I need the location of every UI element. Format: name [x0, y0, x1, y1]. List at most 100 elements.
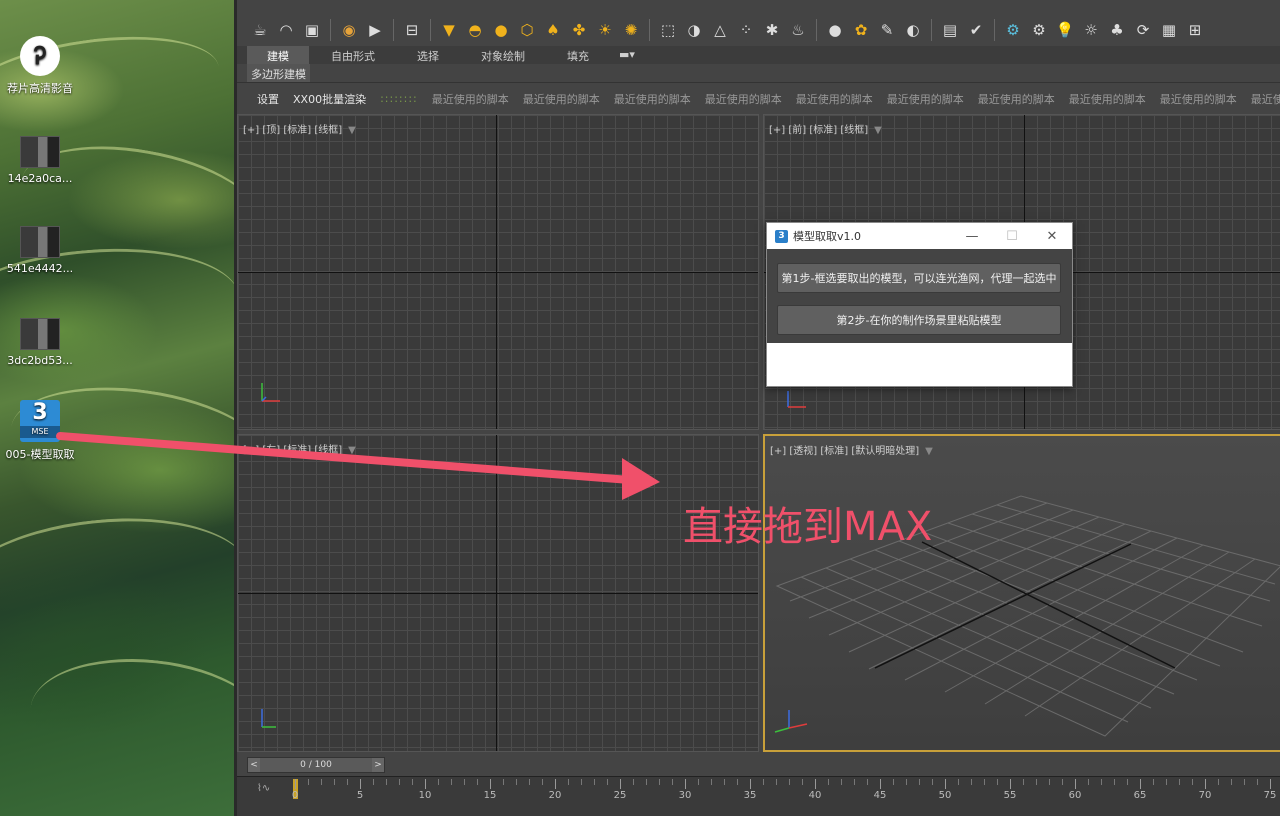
- settings-button[interactable]: 设置: [257, 91, 279, 107]
- step1-copy-button[interactable]: 第1步-框选要取出的模型，可以连光渔网，代理一起选中: [777, 263, 1061, 293]
- prev-frame-button[interactable]: <: [248, 758, 260, 772]
- timeline-tick-label: 25: [613, 790, 627, 801]
- omni-light-icon[interactable]: ✤: [568, 19, 590, 41]
- filter-icon[interactable]: ▼: [348, 445, 356, 456]
- cube-icon[interactable]: ⬚: [657, 19, 679, 41]
- sphere-light-icon[interactable]: ●: [490, 19, 512, 41]
- dialog-titlebar[interactable]: 3 模型取取v1.0 — ☐ ✕: [767, 223, 1072, 249]
- teapot-icon[interactable]: ☕: [249, 19, 271, 41]
- toolbar-separator: [330, 19, 331, 41]
- camera-icon[interactable]: ◉: [338, 19, 360, 41]
- viewport-label[interactable]: [+] [前] [标准] [线框] ▼: [769, 121, 882, 136]
- timeline-tick: [828, 779, 829, 785]
- time-slider[interactable]: < 0 / 100 >: [247, 757, 385, 773]
- torus-icon[interactable]: ◠: [275, 19, 297, 41]
- timeline-tick: [347, 779, 348, 785]
- sun-icon[interactable]: ☀: [594, 19, 616, 41]
- timeline-tick: [1257, 779, 1258, 785]
- step2-paste-button[interactable]: 第2步-在你的制作场景里粘贴模型: [777, 305, 1061, 335]
- viewport-left[interactable]: [+] [左] [标准] [线框] ▼: [237, 434, 759, 752]
- viewport-label-text[interactable]: [+] [前] [标准] [线框]: [769, 125, 868, 136]
- recent-script-button[interactable]: 最近使用的脚本: [614, 91, 691, 107]
- timeline-tick: [451, 779, 452, 785]
- paint-icon[interactable]: ✎: [876, 19, 898, 41]
- tree-icon[interactable]: ♣: [1106, 19, 1128, 41]
- recent-script-button[interactable]: 最近使用的脚本: [796, 91, 873, 107]
- dome-light-icon[interactable]: ◓: [464, 19, 486, 41]
- timeline-tick: [763, 779, 764, 785]
- timeline-tick: [711, 779, 712, 785]
- viewport-label[interactable]: [+] [左] [标准] [线框] ▼: [243, 441, 356, 456]
- recent-script-button[interactable]: 最近使用的脚本: [523, 91, 600, 107]
- fire-icon[interactable]: ♨: [787, 19, 809, 41]
- minimize-icon[interactable]: —: [952, 229, 992, 244]
- material-editor-icon[interactable]: ◐: [902, 19, 924, 41]
- desktop-icon-image-1[interactable]: 14e2a0ca...: [0, 136, 80, 185]
- timeline-tick: [594, 779, 595, 785]
- tab-object-paint[interactable]: 对象绘制: [461, 46, 545, 64]
- viewport-perspective[interactable]: [+] [透视] [标准] [默认明暗处理] ▼: [763, 434, 1280, 752]
- timeline-tick: [1075, 779, 1076, 789]
- recent-script-button[interactable]: 最近使用的脚本: [887, 91, 964, 107]
- desktop-icon-image-3[interactable]: 3dc2bd53...: [0, 318, 80, 367]
- geo-light-icon[interactable]: ⬡: [516, 19, 538, 41]
- timeline-tick: [685, 779, 686, 789]
- render-frame-icon[interactable]: ⚙: [1028, 19, 1050, 41]
- maximize-icon[interactable]: ☐: [992, 229, 1032, 244]
- light-lister-icon[interactable]: ☼: [1080, 19, 1102, 41]
- recent-script-button[interactable]: 最近使用的脚本: [1069, 91, 1146, 107]
- vray-icon[interactable]: ✔: [965, 19, 987, 41]
- scatter-icon[interactable]: ⁘: [735, 19, 757, 41]
- close-icon[interactable]: ✕: [1032, 229, 1072, 244]
- render-setup-icon[interactable]: ⚙: [1002, 19, 1024, 41]
- timeline-track[interactable]: ⌇∿ 0 5 10 15 20 25 30 35 40 45 50 55 60 65 70 75: [237, 776, 1280, 816]
- material-sphere-icon[interactable]: ●: [824, 19, 846, 41]
- tab-modeling[interactable]: 建模: [247, 46, 309, 64]
- viewport-label-text[interactable]: [+] [左] [标准] [线框]: [243, 445, 342, 456]
- recent-script-button[interactable]: 最近使用的脚本: [432, 91, 509, 107]
- sky-icon[interactable]: ✺: [620, 19, 642, 41]
- video-camera-icon[interactable]: ▶: [364, 19, 386, 41]
- tab-freeform[interactable]: 自由形式: [311, 46, 395, 64]
- proxy-icon[interactable]: ▤: [939, 19, 961, 41]
- curve-editor-icon[interactable]: ⌇∿: [257, 783, 270, 794]
- film-camera-icon[interactable]: ⊟: [401, 19, 423, 41]
- viewport-top[interactable]: [+] [顶] [标准] [线框] ▼: [237, 114, 759, 430]
- recent-script-button[interactable]: 最近使用的脚本: [978, 91, 1055, 107]
- filter-icon[interactable]: ▼: [874, 125, 882, 136]
- recent-script-button[interactable]: 最近使用的脚本: [705, 91, 782, 107]
- box-icon[interactable]: ▣: [301, 19, 323, 41]
- tab-populate[interactable]: 填充: [547, 46, 609, 64]
- ribbon-options-dropdown[interactable]: ▬▾: [611, 46, 643, 64]
- timeline-tick: [503, 779, 504, 785]
- batch-render-button[interactable]: XX00批量渲染: [293, 91, 366, 107]
- light-bulb-icon[interactable]: 💡: [1054, 19, 1076, 41]
- viewport-label[interactable]: [+] [顶] [标准] [线框] ▼: [243, 121, 356, 136]
- half-sphere-icon[interactable]: ◑: [683, 19, 705, 41]
- timeline-tick: [880, 779, 881, 789]
- material-palette-icon[interactable]: ✿: [850, 19, 872, 41]
- grass-icon[interactable]: ✱: [761, 19, 783, 41]
- layout-icon[interactable]: ⊞: [1184, 19, 1206, 41]
- desktop-icon-label: 541e4442...: [6, 262, 74, 275]
- desktop-icon-label: 3dc2bd53...: [7, 354, 73, 367]
- create-toolbar: ☕ ◠ ▣ ◉ ▶ ⊟ ▼ ◓ ● ⬡ ♠ ✤ ☀ ✺ ⬚ ◑ △ ⁘ ✱ ♨ …: [237, 14, 1280, 46]
- recent-script-button[interactable]: 最近使用的脚本: [1251, 91, 1280, 107]
- triangle-icon[interactable]: △: [709, 19, 731, 41]
- viewport-label-text[interactable]: [+] [顶] [标准] [线框]: [243, 125, 342, 136]
- tab-selection[interactable]: 选择: [397, 46, 459, 64]
- timeline-tick: [425, 779, 426, 789]
- toolbar-grip[interactable]: ::::::::: [380, 92, 418, 105]
- frame-buffer-icon[interactable]: ⟳: [1132, 19, 1154, 41]
- polygon-modeling-panel[interactable]: 多边形建模: [247, 64, 310, 84]
- log-icon[interactable]: ▦: [1158, 19, 1180, 41]
- spotlight-icon[interactable]: ▼: [438, 19, 460, 41]
- desktop-icon-jianpian[interactable]: Ꭾ 荐片高清影音: [0, 36, 80, 96]
- recent-script-button[interactable]: 最近使用的脚本: [1160, 91, 1237, 107]
- desktop-icon-mse-script[interactable]: 3 MSE 005-模型取取: [0, 400, 80, 462]
- mushroom-light-icon[interactable]: ♠: [542, 19, 564, 41]
- desktop-icon-image-2[interactable]: 541e4442...: [0, 226, 80, 275]
- timeline-tick: [1036, 779, 1037, 785]
- filter-icon[interactable]: ▼: [348, 125, 356, 136]
- next-frame-button[interactable]: >: [371, 758, 384, 772]
